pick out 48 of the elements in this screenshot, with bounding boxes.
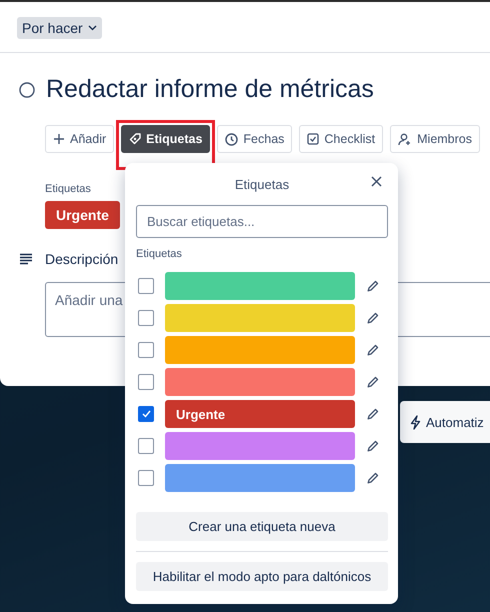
pencil-icon[interactable] <box>367 376 379 388</box>
pencil-icon[interactable] <box>367 280 379 292</box>
pencil-icon[interactable] <box>367 312 379 324</box>
pencil-icon[interactable] <box>367 344 379 356</box>
label-swatch[interactable] <box>165 368 355 396</box>
action-button[interactable]: Añadir <box>45 125 114 153</box>
checkbox-icon <box>307 133 320 145</box>
label-tag[interactable]: Urgente <box>45 201 120 229</box>
checkbox[interactable] <box>138 406 154 422</box>
section-label: Etiquetas <box>45 183 91 195</box>
popover-title: Etiquetas <box>234 176 290 192</box>
check-icon <box>142 410 150 418</box>
action-button[interactable]: Fechas <box>217 125 292 153</box>
label-swatch[interactable] <box>165 336 355 364</box>
action-button[interactable]: Etiquetas <box>121 125 210 153</box>
label-swatch[interactable] <box>165 304 355 332</box>
popover-button[interactable]: Habilitar el modo apto para daltónicos <box>136 562 388 591</box>
status-dropdown[interactable]: Por hacer <box>17 17 102 39</box>
section-label: Etiquetas <box>136 248 182 260</box>
lightning-icon <box>410 414 421 430</box>
plus-icon <box>53 133 65 145</box>
action-button[interactable]: Checklist <box>299 125 384 153</box>
pencil-icon[interactable] <box>367 472 379 484</box>
tag-icon <box>129 133 142 145</box>
checkbox[interactable] <box>138 374 154 390</box>
checkbox[interactable] <box>138 470 154 486</box>
pencil-icon[interactable] <box>367 440 379 452</box>
search-field[interactable]: Buscar etiquetas... <box>136 205 388 238</box>
checkbox[interactable] <box>138 278 154 294</box>
section-heading: Descripción <box>45 251 118 267</box>
label-swatch[interactable] <box>165 272 355 300</box>
checkbox[interactable] <box>138 310 154 326</box>
pencil-icon[interactable] <box>367 408 379 420</box>
circle-icon[interactable] <box>19 82 35 98</box>
automation-button[interactable]: Automatiz <box>400 401 490 443</box>
label-swatch[interactable]: Urgente <box>165 400 355 428</box>
checkbox[interactable] <box>138 342 154 358</box>
label-swatch[interactable] <box>165 432 355 460</box>
popover-button[interactable]: Crear una etiqueta nueva <box>136 512 388 541</box>
clock-icon <box>225 132 238 146</box>
label-swatch[interactable] <box>165 464 355 492</box>
person-add-icon <box>398 132 412 146</box>
card-title: Redactar informe de métricas <box>46 75 374 104</box>
action-button[interactable]: Miembros <box>390 125 480 153</box>
checkbox[interactable] <box>138 438 154 454</box>
close-icon[interactable] <box>371 176 382 187</box>
chevron-down-icon <box>88 25 97 31</box>
text-lines-icon <box>19 253 33 265</box>
